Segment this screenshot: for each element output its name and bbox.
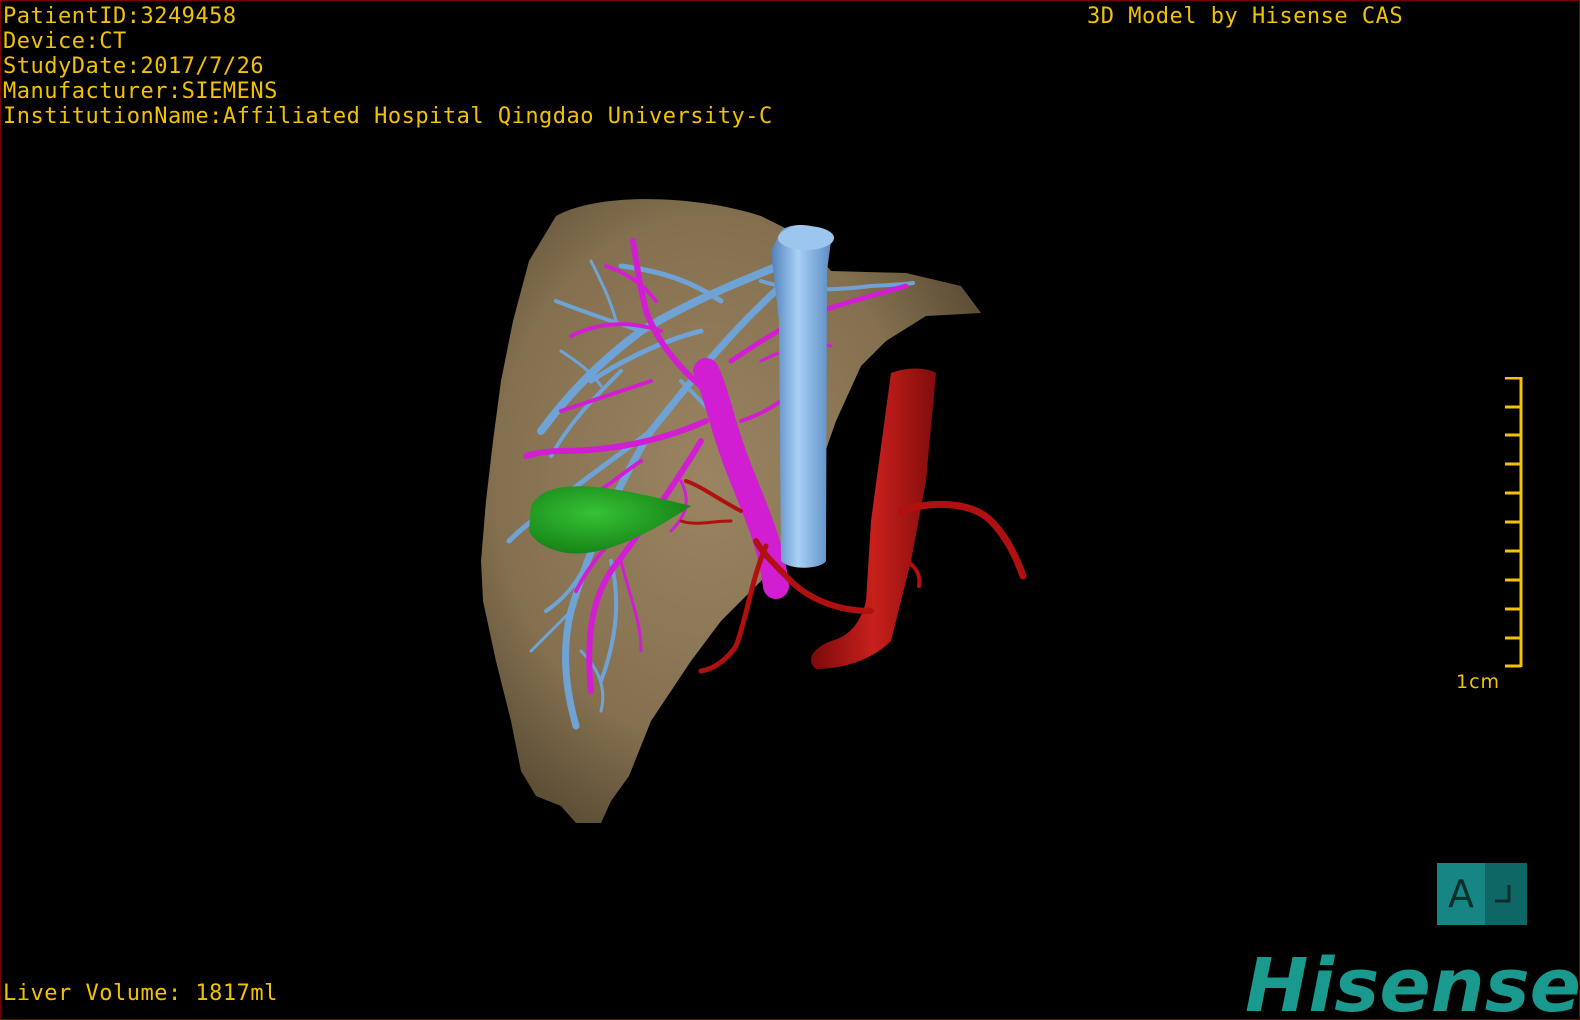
patient-id-label: PatientID:3249458	[3, 4, 237, 29]
manufacturer-label: Manufacturer:SIEMENS	[3, 79, 278, 104]
brand-text: Hisense	[1245, 943, 1580, 1020]
scale-label: 1cm	[1456, 671, 1501, 693]
liver-volume-label: Liver Volume: 1817ml	[3, 981, 278, 1006]
study-date-label: StudyDate:2017/7/26	[3, 54, 265, 79]
orientation-cube-icon[interactable]: A	[1437, 863, 1527, 925]
viewer-viewport[interactable]: PatientID:3249458 Device:CT StudyDate:20…	[0, 0, 1580, 1020]
orientation-face-label: A	[1437, 863, 1485, 925]
hisense-logo: Hisense	[1245, 943, 1580, 1020]
orientation-side-face	[1485, 863, 1527, 925]
scale-ruler-icon	[1505, 377, 1523, 668]
liver-3d-model[interactable]	[1, 1, 1580, 1020]
institution-label: InstitutionName:Affiliated Hospital Qing…	[3, 104, 773, 129]
model-credit-label: 3D Model by Hisense CAS	[1087, 4, 1404, 29]
device-label: Device:CT	[3, 29, 127, 54]
